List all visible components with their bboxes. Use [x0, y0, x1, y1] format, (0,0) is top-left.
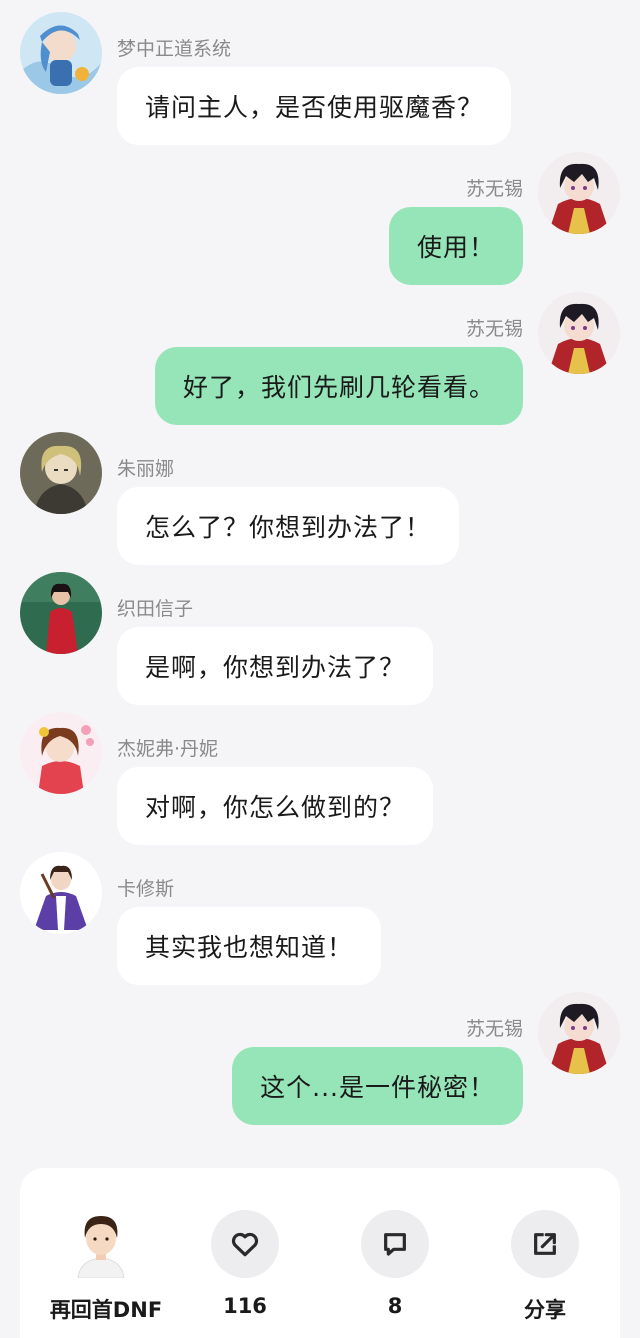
sender-name: 卡修斯	[117, 878, 175, 900]
zhulina-avatar-icon[interactable]	[20, 432, 102, 514]
message-bubble[interactable]: 使用！	[388, 207, 523, 285]
sender-name: 杰妮弗·丹妮	[117, 738, 219, 760]
sender-name: 苏无锡	[465, 178, 523, 200]
sender-name: 苏无锡	[465, 1018, 523, 1040]
share-label: 分享	[524, 1298, 566, 1322]
comment-icon[interactable]	[361, 1210, 429, 1278]
share-icon[interactable]	[511, 1210, 579, 1278]
su-wuxi-avatar-icon[interactable]	[538, 152, 620, 234]
author-name[interactable]: 再回首DNF	[36, 1294, 176, 1324]
chat-message-list: 梦中正道系统 请问主人，是否使用驱魔香？ 苏无锡 使用！ 苏无锡 好了，我们先刷…	[0, 0, 640, 1160]
message-bubble[interactable]: 对啊，你怎么做到的？	[117, 767, 434, 845]
bottom-action-bar: 再回首DNF 116 8 分享	[20, 1168, 620, 1338]
cassius-avatar-icon[interactable]	[20, 852, 102, 934]
sender-name: 朱丽娜	[117, 458, 175, 480]
jennifer-avatar-icon[interactable]	[20, 712, 102, 794]
message-bubble[interactable]: 是啊，你想到办法了？	[117, 627, 434, 705]
sender-name: 织田信子	[117, 598, 194, 620]
like-button[interactable]: 116	[200, 1208, 290, 1318]
message-bubble[interactable]: 好了，我们先刷几轮看看。	[154, 347, 523, 425]
comment-count: 8	[387, 1294, 403, 1318]
sender-name: 梦中正道系统	[117, 38, 232, 60]
oda-nobuko-avatar-icon[interactable]	[20, 572, 102, 654]
su-wuxi-avatar-icon[interactable]	[538, 292, 620, 374]
su-wuxi-avatar-icon[interactable]	[538, 992, 620, 1074]
share-button[interactable]: 分享	[500, 1208, 590, 1322]
like-count: 116	[223, 1294, 267, 1318]
message-bubble[interactable]: 其实我也想知道！	[117, 907, 382, 985]
heart-icon[interactable]	[211, 1210, 279, 1278]
sender-name: 苏无锡	[465, 318, 523, 340]
system-avatar-icon[interactable]	[20, 12, 102, 94]
author-avatar-icon[interactable]	[68, 1208, 134, 1278]
message-bubble[interactable]: 这个...是一件秘密！	[232, 1047, 523, 1125]
message-bubble[interactable]: 怎么了？你想到办法了！	[117, 487, 460, 565]
comment-button[interactable]: 8	[350, 1208, 440, 1318]
message-bubble[interactable]: 请问主人，是否使用驱魔香？	[117, 67, 512, 145]
